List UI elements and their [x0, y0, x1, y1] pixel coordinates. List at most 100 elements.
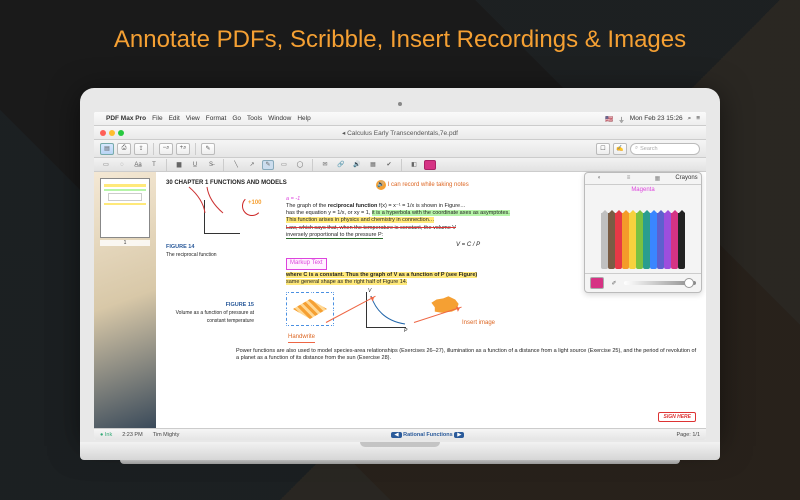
speaker-icon: 🔊	[376, 180, 386, 190]
signature-button[interactable]: ✍	[613, 143, 627, 155]
menubar-notifications-icon[interactable]: ≡	[696, 115, 700, 122]
text-tool[interactable]: A̲a̲	[132, 160, 144, 170]
status-time: 2:23 PM	[122, 432, 142, 438]
crayon-grid	[585, 195, 701, 273]
handwriting-circle[interactable]	[242, 196, 262, 216]
crayon-swatch[interactable]	[650, 207, 657, 269]
select-tool[interactable]: ▭	[100, 160, 112, 170]
handwrite-label[interactable]: Handwrite	[288, 334, 315, 343]
figure-14-graph	[204, 200, 240, 234]
page-indicator: Page: 1/1	[676, 432, 700, 438]
palette-footer: ✐	[585, 273, 701, 292]
lasso-tool[interactable]: ◌	[116, 160, 128, 170]
markup-text-annotation[interactable]: Markup Text	[286, 258, 327, 270]
audio-caption: I can record while taking notes	[388, 182, 469, 188]
form-button[interactable]: ☐	[596, 143, 610, 155]
print-button[interactable]: ⎙	[117, 143, 131, 155]
macos-menubar: PDF Max Pro File Edit View Format Go Too…	[94, 112, 706, 126]
status-user: Tim Mighty	[153, 432, 180, 438]
section-name: Rational Functions	[403, 432, 453, 438]
eyedropper-icon[interactable]: ✐	[608, 278, 620, 288]
current-swatch[interactable]	[590, 277, 604, 289]
palette-tab-sliders[interactable]: ≡	[614, 173, 643, 184]
document-title: ◂ Calculus Early Transcendentals,7e.pdf	[342, 129, 458, 137]
page-thumbnail[interactable]	[100, 178, 150, 238]
laptop-foot	[120, 460, 680, 464]
ink-indicator: ● Ink	[100, 432, 112, 438]
crayon-swatch[interactable]	[671, 207, 678, 269]
crayon-swatch[interactable]	[657, 207, 664, 269]
laptop-base	[80, 442, 720, 460]
crayon-swatch[interactable]	[636, 207, 643, 269]
menu-go[interactable]: Go	[232, 115, 241, 122]
search-field[interactable]: ⌕ Search	[630, 143, 700, 155]
color-picker-panel[interactable]: ◐ ≡ ▦ Crayons Magenta ✐	[584, 172, 702, 293]
edit-button[interactable]: ✎	[201, 143, 215, 155]
palette-tab-wheel[interactable]: ◐	[585, 173, 614, 184]
textbox-tool[interactable]: T	[148, 160, 160, 170]
prev-section-button[interactable]: ◀	[391, 432, 401, 438]
next-section-button[interactable]: ▶	[454, 432, 464, 438]
app-screen: PDF Max Pro File Edit View Format Go Too…	[94, 112, 706, 440]
thumbnail-sidebar[interactable]: 1	[94, 172, 156, 428]
menubar-clock[interactable]: Mon Feb 23 15:26	[630, 115, 683, 122]
status-bar: ● Ink 2:23 PM Tim Mighty ◀ Rational Func…	[94, 428, 706, 440]
link-tool[interactable]: 🔗	[335, 160, 347, 170]
close-button[interactable]	[100, 130, 106, 136]
ellipse-tool[interactable]: ◯	[294, 160, 306, 170]
minimize-button[interactable]	[109, 130, 115, 136]
menu-window[interactable]: Window	[268, 115, 291, 122]
sidebar-toggle-button[interactable]: ▤	[100, 143, 114, 155]
color-picker-button[interactable]	[424, 160, 436, 170]
underline-tool[interactable]: U̲	[189, 160, 201, 170]
menubar-wifi-icon[interactable]: ⏚	[618, 114, 625, 124]
crayon-swatch[interactable]	[608, 207, 615, 269]
zoom-in-button[interactable]: +⌕	[176, 143, 190, 155]
palette-tab-spectrum[interactable]: ▦	[643, 173, 672, 184]
line-tool[interactable]: ╲	[230, 160, 242, 170]
menu-format[interactable]: Format	[206, 115, 227, 122]
menu-edit[interactable]: Edit	[169, 115, 180, 122]
audio-annotation[interactable]: 🔊 I can record while taking notes	[376, 180, 469, 190]
highlight-tool[interactable]: ▆	[173, 160, 185, 170]
menubar-spotlight-icon[interactable]: ⌕	[688, 115, 692, 123]
sign-here-stamp[interactable]: SIGN HERE	[658, 412, 696, 423]
note-tool[interactable]: ✉	[319, 160, 331, 170]
main-toolbar: ▤ ⎙ ⇪ −⌕ +⌕ ✎ ☐ ✍ ⌕ Search	[94, 140, 706, 158]
arrow-tool[interactable]: ↗	[246, 160, 258, 170]
menubar-flag-icon[interactable]: 🇺🇸	[605, 115, 613, 123]
zoom-out-button[interactable]: −⌕	[159, 143, 173, 155]
crayon-swatch[interactable]	[601, 207, 608, 269]
app-menu[interactable]: PDF Max Pro	[106, 115, 146, 122]
window-titlebar[interactable]: ◂ Calculus Early Transcendentals,7e.pdf	[94, 126, 706, 140]
figure-14-label: FIGURE 14 The reciprocal function	[166, 244, 217, 260]
crayon-swatch[interactable]	[678, 207, 685, 269]
palette-tab-crayons[interactable]: Crayons	[672, 173, 701, 184]
menu-file[interactable]: File	[152, 115, 162, 122]
paragraph-3: Power functions are also used to model s…	[236, 348, 698, 362]
opacity-slider[interactable]	[624, 281, 696, 285]
crayon-swatch[interactable]	[664, 207, 671, 269]
menu-tools[interactable]: Tools	[247, 115, 262, 122]
image-tool[interactable]: ▦	[367, 160, 379, 170]
figure-15-label: FIGURE 15 Volume as a function of pressu…	[174, 302, 254, 325]
eraser-tool[interactable]: ◧	[408, 160, 420, 170]
insert-image-label[interactable]: Insert image	[462, 320, 495, 328]
menu-view[interactable]: View	[186, 115, 200, 122]
zoom-button[interactable]	[118, 130, 124, 136]
pen-tool[interactable]: ✎	[262, 160, 274, 170]
share-button[interactable]: ⇪	[134, 143, 148, 155]
stamp-tool[interactable]: ✔	[383, 160, 395, 170]
selected-color-name: Magenta	[585, 185, 701, 195]
crayon-swatch[interactable]	[615, 207, 622, 269]
thumbnail-page-number: 1	[100, 240, 150, 246]
annotation-toolbar: ▭ ◌ A̲a̲ T ▆ U̲ S̶ ╲ ↗ ✎ ▭ ◯ ✉ 🔗 🔊 ▦ ✔	[94, 158, 706, 172]
crayon-swatch[interactable]	[643, 207, 650, 269]
rectangle-tool[interactable]: ▭	[278, 160, 290, 170]
crayon-swatch[interactable]	[622, 207, 629, 269]
strikeout-tool[interactable]: S̶	[205, 160, 217, 170]
menu-help[interactable]: Help	[297, 115, 310, 122]
crayon-swatch[interactable]	[629, 207, 636, 269]
audio-tool[interactable]: 🔊	[351, 160, 363, 170]
laptop-mockup: PDF Max Pro File Edit View Format Go Too…	[80, 88, 720, 464]
